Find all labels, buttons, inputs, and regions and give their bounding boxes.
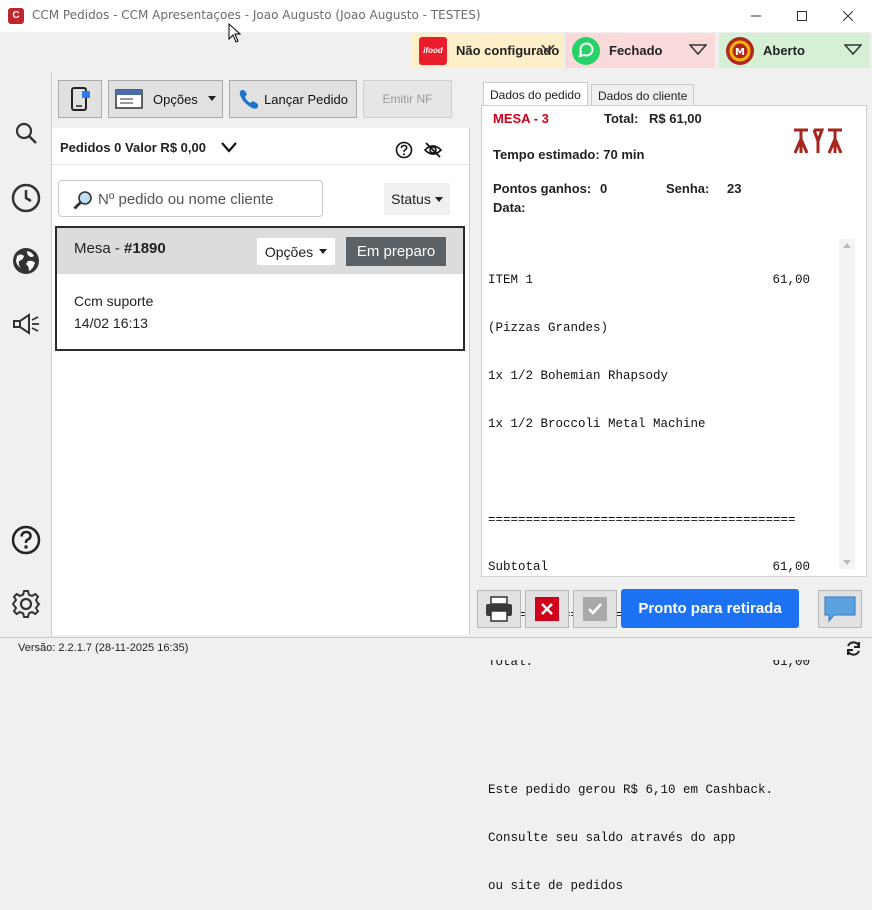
item-category: (Pizzas Grandes) <box>488 321 609 335</box>
order-status-button[interactable]: Em preparo <box>346 237 446 266</box>
tab-order-data[interactable]: Dados do pedido <box>483 82 588 106</box>
mobile-phone-icon <box>71 87 90 111</box>
table-label: MESA - 3 <box>493 111 549 126</box>
checkmark-icon <box>583 597 607 621</box>
help-icon[interactable] <box>10 524 42 556</box>
phone-icon <box>239 90 259 109</box>
chevron-down-icon <box>689 44 707 56</box>
anotai-icon: M <box>725 36 755 66</box>
cashback-line: ou site de pedidos <box>488 879 624 893</box>
app-icon: C <box>8 8 24 24</box>
total-label: Total: <box>604 111 639 126</box>
estimated-time: Tempo estimado: 70 min <box>493 147 645 162</box>
order-options-label: Opções <box>264 243 314 260</box>
date-label: Data: <box>493 200 526 215</box>
password-value: 23 <box>727 181 742 196</box>
subtotal-value: 61,00 <box>772 560 810 574</box>
mobile-button[interactable] <box>58 80 102 118</box>
chevron-down-icon <box>844 44 862 56</box>
svg-text:M: M <box>735 47 745 58</box>
printer-icon <box>486 596 512 622</box>
item-value: 61,00 <box>772 273 810 287</box>
item-title: ITEM 1 <box>488 273 534 287</box>
megaphone-icon[interactable] <box>10 308 42 340</box>
cashback-line: Consulte seu saldo através do app <box>488 831 736 845</box>
subtotal-label: Subtotal <box>488 560 549 574</box>
search-icon <box>73 191 92 210</box>
ready-for-pickup-button[interactable]: Pronto para retirada <box>621 589 799 628</box>
globe-icon[interactable] <box>10 245 42 277</box>
order-prefix: Mesa - <box>74 240 125 257</box>
order-customer: Ccm suporte <box>74 293 154 309</box>
order-datetime: 14/02 16:13 <box>74 315 148 331</box>
issue-nf-button[interactable]: Emitir NF <box>363 80 452 118</box>
minimize-button[interactable] <box>733 0 779 32</box>
order-title: Mesa - #1890 <box>74 240 166 257</box>
caret-down-icon <box>434 196 443 202</box>
receipt-scrollbar[interactable] <box>839 239 855 569</box>
status-filter-label: Status <box>391 191 431 207</box>
integration-anotai-label: Aberto <box>763 43 805 58</box>
integration-anotai[interactable]: M Aberto <box>719 33 870 68</box>
maximize-button[interactable] <box>779 0 825 32</box>
search-placeholder: Nº pedido ou nome cliente <box>98 191 274 208</box>
password-label: Senha: <box>666 181 710 196</box>
item-line: 1x 1/2 Broccoli Metal Machine <box>488 417 706 431</box>
eye-slash-icon[interactable] <box>423 141 443 159</box>
options-label: Opções <box>153 91 198 107</box>
search-icon[interactable] <box>10 117 42 149</box>
gear-icon[interactable] <box>10 588 42 620</box>
launch-order-label: Lançar Pedido <box>264 91 348 107</box>
total-value: R$ 61,00 <box>649 111 702 126</box>
tab-customer-data[interactable]: Dados do cliente <box>591 84 695 106</box>
points-value: 0 <box>600 181 608 196</box>
chevron-down-icon <box>541 44 555 54</box>
caret-down-icon <box>208 96 216 101</box>
item-line: 1x 1/2 Bohemian Rhapsody <box>488 369 669 383</box>
window-title: CCM Pedidos - CCM Apresentaçoes - Joao A… <box>32 8 481 22</box>
refresh-icon[interactable] <box>845 640 862 657</box>
scroll-up-icon <box>843 243 851 248</box>
close-icon <box>843 11 853 21</box>
orders-summary-text: Pedidos 0 Valor R$ 0,00 <box>60 140 206 155</box>
history-clock-icon[interactable] <box>10 182 42 214</box>
close-icon <box>535 597 559 621</box>
integration-whatsapp[interactable]: Fechado <box>565 33 715 68</box>
version-text: Versão: 2.2.1.7 (28-11-2025 16:35) <box>18 642 189 654</box>
restaurant-logo-icon <box>793 128 843 154</box>
ifood-icon: ifood <box>418 36 448 66</box>
options-dropdown-button[interactable]: Opções <box>108 80 223 118</box>
minimize-icon <box>751 15 761 17</box>
cancel-order-button[interactable] <box>525 590 569 628</box>
whatsapp-icon <box>571 36 601 66</box>
scroll-down-icon <box>843 560 851 565</box>
confirm-order-button[interactable] <box>573 590 617 628</box>
help-icon[interactable] <box>395 141 413 159</box>
print-button[interactable] <box>477 590 521 628</box>
receipt-text: ITEM 1 61,00 (Pizzas Grandes) 1x 1/2 Bohe… <box>488 240 810 910</box>
caret-down-icon <box>319 249 328 254</box>
launch-order-button[interactable]: Lançar Pedido <box>229 80 357 118</box>
integration-whatsapp-label: Fechado <box>609 43 663 58</box>
order-number: #1890 <box>124 240 166 257</box>
points-label: Pontos ganhos: <box>493 181 592 196</box>
cashback-line: Este pedido gerou R$ 6,10 em Cashback. <box>488 783 774 797</box>
chat-bubble-icon <box>824 596 856 622</box>
chevron-down-icon[interactable] <box>221 142 237 153</box>
close-button[interactable] <box>825 0 871 32</box>
window-list-icon <box>115 89 143 109</box>
maximize-icon <box>797 11 807 21</box>
integration-ifood[interactable]: ifood Não configurado <box>412 33 563 68</box>
receipt-separator: ========================================… <box>488 513 796 527</box>
order-options-button[interactable]: Opções <box>256 237 336 266</box>
status-filter-dropdown[interactable]: Status <box>384 183 450 215</box>
order-search-input[interactable]: Nº pedido ou nome cliente <box>58 180 323 217</box>
message-button[interactable] <box>818 590 862 628</box>
mouse-cursor-icon <box>228 23 242 43</box>
